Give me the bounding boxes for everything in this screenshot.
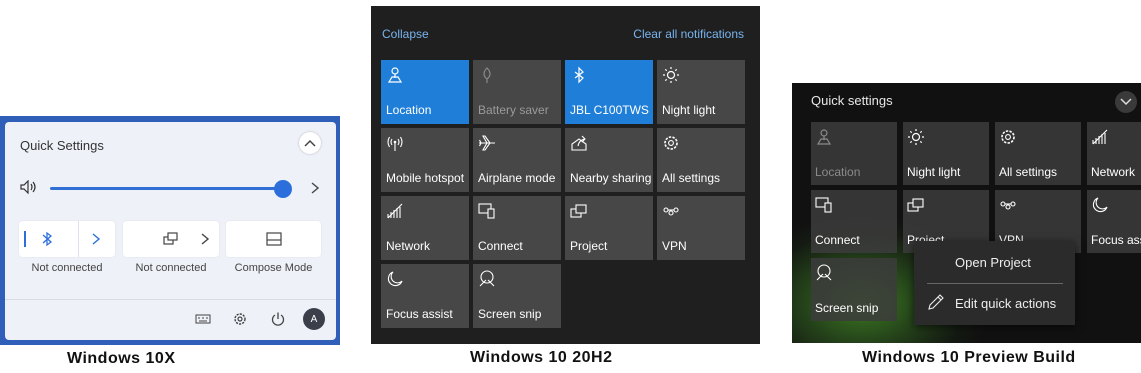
gear-icon <box>662 134 680 152</box>
tile-screen-snip[interactable]: Screen snip <box>473 264 561 328</box>
location-icon <box>386 66 404 84</box>
chevron-right-icon[interactable] <box>91 232 101 246</box>
vpn-icon <box>999 196 1017 214</box>
network-icon <box>1091 128 1109 146</box>
gear-icon <box>999 128 1017 146</box>
compose-mode-label: Compose Mode <box>234 262 313 274</box>
night-light-icon <box>907 128 925 146</box>
tile-connect[interactable]: Connect <box>811 190 897 253</box>
tile-location[interactable]: Location <box>381 60 469 124</box>
battery-saver-icon <box>478 66 496 84</box>
project-icon <box>163 232 179 246</box>
moon-icon <box>386 270 404 288</box>
chevron-down-icon <box>1120 98 1132 106</box>
tile-nearby-sharing[interactable]: Nearby sharing <box>565 128 653 192</box>
chevron-up-icon <box>304 139 316 147</box>
project-icon <box>570 202 588 220</box>
keyboard-icon[interactable] <box>195 314 211 324</box>
tile-all-settings[interactable]: All settings <box>995 122 1081 185</box>
gear-icon[interactable] <box>232 311 248 327</box>
menu-item-edit-quick-actions[interactable]: Edit quick actions <box>955 296 1056 311</box>
tile-all-settings[interactable]: All settings <box>657 128 745 192</box>
collapse-link[interactable]: Collapse <box>382 27 429 41</box>
tile-night-light[interactable]: Night light <box>903 122 989 185</box>
vpn-icon <box>662 202 680 220</box>
win10x-title: Quick Settings <box>20 138 104 153</box>
tile-vpn[interactable]: VPN <box>657 196 745 260</box>
moon-icon <box>1091 196 1109 214</box>
collapse-button[interactable] <box>299 132 321 154</box>
pencil-icon <box>927 293 945 311</box>
power-icon[interactable] <box>270 311 286 327</box>
screen-snip-icon <box>815 264 833 282</box>
tile-focus-assist[interactable]: Focus assist <box>381 264 469 328</box>
tile-battery-saver[interactable]: Battery saver <box>473 60 561 124</box>
speaker-icon[interactable] <box>20 180 38 194</box>
preview-title: Quick settings <box>811 93 893 108</box>
chevron-right-icon[interactable] <box>200 232 210 246</box>
volume-slider-thumb[interactable] <box>274 180 292 198</box>
compose-mode-icon <box>266 232 282 246</box>
menu-item-open-project[interactable]: Open Project <box>955 255 1031 270</box>
win10x-quick-settings-panel: Quick Settings Not connected Not connect… <box>0 116 340 345</box>
bluetooth-status-label: Not connected <box>31 262 103 274</box>
win20h2-action-center: Collapse Clear all notifications Locatio… <box>371 6 760 344</box>
caption-win20h2: Windows 10 20H2 <box>470 349 613 366</box>
network-icon <box>386 202 404 220</box>
share-icon <box>570 134 588 152</box>
tile-bluetooth[interactable]: JBL C100TWS <box>565 60 653 124</box>
tile-connect[interactable]: Connect <box>473 196 561 260</box>
compose-mode-tile[interactable] <box>226 221 321 257</box>
connect-icon <box>478 202 496 220</box>
menu-divider <box>927 283 1063 284</box>
connect-icon <box>815 196 833 214</box>
airplane-icon <box>478 134 496 152</box>
volume-slider-track[interactable] <box>50 187 282 190</box>
preview-quick-settings-panel: Quick settings Location Night light All … <box>792 83 1141 343</box>
project-icon <box>907 196 925 214</box>
hotspot-icon <box>386 134 404 152</box>
screen-snip-icon <box>478 270 496 288</box>
night-light-icon <box>662 66 680 84</box>
bluetooth-icon <box>570 66 588 84</box>
win10x-bottom-bar: A <box>5 299 336 340</box>
expand-button[interactable] <box>1115 91 1137 113</box>
avatar[interactable]: A <box>303 308 325 330</box>
location-icon <box>815 128 833 146</box>
bluetooth-tile[interactable] <box>19 221 115 257</box>
tile-network[interactable]: Network <box>1087 122 1141 185</box>
project-status-label: Not connected <box>135 262 207 274</box>
project-tile[interactable] <box>123 221 219 257</box>
caption-preview: Windows 10 Preview Build <box>862 349 1076 366</box>
clear-all-notifications-link[interactable]: Clear all notifications <box>633 27 744 41</box>
bluetooth-icon <box>41 231 53 247</box>
tile-network[interactable]: Network <box>381 196 469 260</box>
tile-night-light[interactable]: Night light <box>657 60 745 124</box>
tile-screen-snip[interactable]: Screen snip <box>811 258 897 321</box>
tile-mobile-hotspot[interactable]: Mobile hotspot <box>381 128 469 192</box>
tile-airplane-mode[interactable]: Airplane mode <box>473 128 561 192</box>
tile-project[interactable]: Project <box>565 196 653 260</box>
active-indicator <box>24 231 26 247</box>
caption-win10x: Windows 10X <box>67 350 176 367</box>
tile-location[interactable]: Location <box>811 122 897 185</box>
win10x-flyout: Quick Settings Not connected Not connect… <box>5 122 336 340</box>
context-menu: Open Project Edit quick actions <box>914 241 1075 325</box>
chevron-right-icon[interactable] <box>309 181 321 195</box>
tile-focus-assist[interactable]: Focus assist <box>1087 190 1141 253</box>
